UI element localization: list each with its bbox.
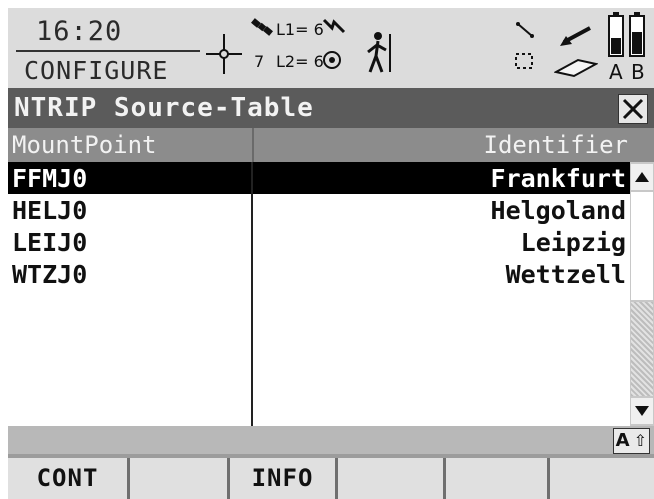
mountpoint-cell: WTZJ0 [12, 260, 88, 289]
identifier-cell: Wettzell [505, 260, 626, 289]
battery-b-label: B [631, 60, 645, 84]
mountpoint-cell: LEIJ0 [12, 228, 88, 257]
l1-label: L1= 6 [276, 20, 324, 39]
scroll-thumb[interactable] [631, 192, 653, 300]
scrollbar[interactable] [630, 162, 654, 426]
sat-count: 7 [254, 52, 265, 71]
input-mode-label: A [615, 430, 630, 451]
table-row[interactable]: WTZJ0 Wettzell [8, 258, 630, 290]
crosshair-icon [206, 34, 242, 74]
column-header-mountpoint: MountPoint [12, 131, 157, 159]
mountpoint-cell: FFMJ0 [12, 164, 88, 193]
time-mode-box: 16:20 CONFIGURE [16, 12, 200, 85]
identifier-cell: Helgoland [490, 196, 626, 225]
input-mode-indicator: A ⇧ [612, 428, 650, 454]
divider [16, 50, 200, 52]
eraser-icon [554, 58, 598, 78]
input-mode-strip: A ⇧ [8, 426, 654, 454]
column-divider [252, 128, 254, 162]
source-table-list: FFMJ0 Frankfurt HELJ0 Helgoland LEIJ0 Le… [8, 162, 630, 426]
table-header: MountPoint Identifier [8, 128, 654, 162]
triangle-up-icon [635, 172, 649, 182]
battery-b-icon [629, 12, 645, 57]
column-header-identifier: Identifier [483, 131, 629, 159]
line-icon [516, 22, 534, 38]
softkey-bar: CONT INFO [8, 454, 654, 499]
mountpoint-cell: HELJ0 [12, 196, 88, 225]
title-bar: NTRIP Source-Table [8, 88, 654, 128]
signal-bolt-icon [322, 18, 346, 34]
points-icon [515, 53, 533, 69]
softkey-f3-info[interactable]: INFO [230, 458, 338, 499]
triangle-down-icon [635, 406, 649, 416]
target-icon [323, 51, 341, 69]
arrow-icon [560, 26, 591, 46]
close-icon [622, 98, 644, 120]
status-icons: 7 L1= 6 L2= 6 A B [204, 12, 650, 84]
softkey-f1-cont[interactable]: CONT [8, 458, 130, 499]
mode-label: CONFIGURE [24, 56, 169, 85]
column-divider [251, 162, 253, 426]
scroll-track[interactable] [631, 302, 653, 396]
identifier-cell: Frankfurt [490, 164, 626, 193]
table-row[interactable]: FFMJ0 Frankfurt [8, 162, 630, 194]
softkey-f2[interactable] [130, 458, 230, 499]
table-row[interactable]: LEIJ0 Leipzig [8, 226, 630, 258]
shift-arrow-icon: ⇧ [633, 431, 647, 450]
table-row[interactable]: HELJ0 Helgoland [8, 194, 630, 226]
battery-a-label: A [609, 60, 623, 84]
identifier-cell: Leipzig [520, 228, 626, 257]
scroll-up-button[interactable] [631, 164, 653, 190]
walking-person-icon [367, 32, 391, 73]
scroll-down-button[interactable] [631, 398, 653, 424]
close-button[interactable] [618, 94, 648, 124]
softkey-f5[interactable] [446, 458, 550, 499]
softkey-f4[interactable] [338, 458, 446, 499]
satellite-icon [251, 18, 273, 36]
clock-time: 16:20 [36, 16, 123, 47]
battery-a-icon [608, 12, 624, 57]
status-bar: 16:20 CONFIGURE 7 L1= 6 L2= 6 A B [8, 8, 654, 88]
page-title: NTRIP Source-Table [14, 93, 314, 123]
device-screen: 16:20 CONFIGURE 7 L1= 6 L2= 6 A B NTRIP … [8, 8, 654, 499]
softkey-f6[interactable] [550, 458, 654, 499]
l2-label: L2= 6 [276, 52, 324, 71]
